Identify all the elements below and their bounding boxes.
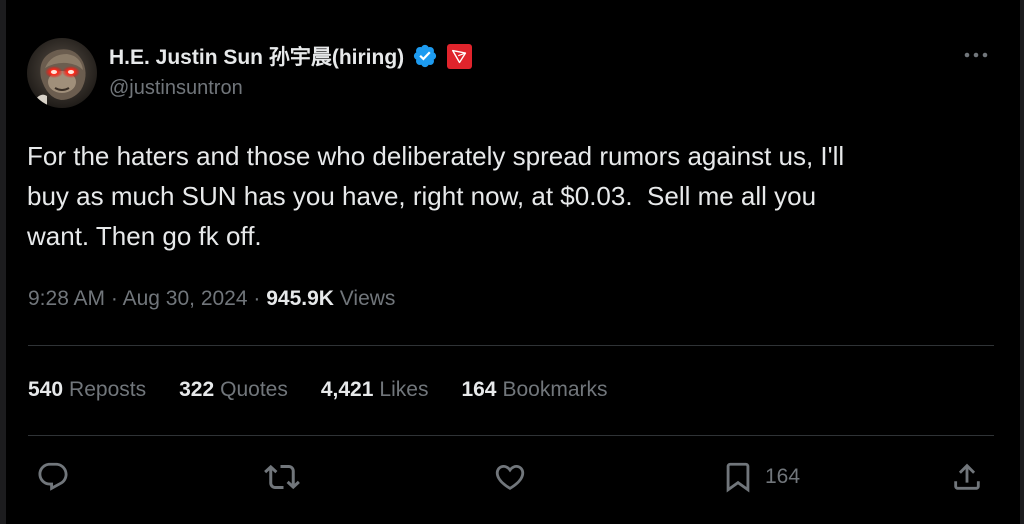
stat-reposts[interactable]: 540 Reposts [28, 378, 146, 402]
tweet-meta: 9:28 AM · Aug 30, 2024 · 945.9K Views [28, 287, 395, 311]
stat-count: 4,421 [320, 378, 374, 401]
stat-likes[interactable]: 4,421 Likes [321, 378, 429, 402]
stat-count: 540 [28, 378, 64, 401]
stat-count: 164 [461, 378, 497, 401]
stat-label: Likes [379, 378, 429, 401]
stat-bookmarks[interactable]: 164 Bookmarks [461, 378, 607, 402]
stat-count: 322 [179, 378, 215, 401]
repost-button[interactable] [264, 455, 300, 499]
tweet-time[interactable]: 9:28 AM [28, 287, 105, 310]
meta-separator: · [110, 287, 118, 310]
stat-label: Reposts [69, 378, 147, 401]
bookmark-button[interactable]: 164 [721, 455, 800, 499]
views-label[interactable]: Views [340, 287, 396, 310]
more-options-icon[interactable] [962, 45, 990, 65]
divider [28, 435, 994, 436]
bookmark-icon [721, 460, 755, 494]
stat-label: Bookmarks [502, 378, 608, 401]
share-icon [950, 460, 984, 494]
like-button[interactable] [493, 455, 527, 499]
divider [28, 345, 994, 346]
engagement-stats: 540 Reposts 322 Quotes 4,421 Likes 164 Bookm… [28, 378, 641, 402]
views-count[interactable]: 945.9K [266, 287, 334, 310]
tron-logo-icon[interactable] [447, 43, 473, 69]
author-name-row: H.E. Justin Sun 孙宇晨(hiring) [109, 41, 473, 71]
reply-button[interactable] [36, 455, 70, 499]
stat-quotes[interactable]: 322 Quotes [179, 378, 288, 402]
reply-icon [36, 460, 70, 494]
bookmark-count: 164 [765, 465, 801, 488]
repost-icon [264, 459, 300, 495]
heart-icon [493, 460, 527, 494]
share-button[interactable] [950, 455, 984, 499]
tweet-date[interactable]: Aug 30, 2024 [123, 287, 248, 310]
stat-label: Quotes [220, 378, 288, 401]
tweet-text: For the haters and those who deliberatel… [27, 141, 845, 251]
author-handle[interactable]: @justinsuntron [109, 77, 243, 100]
verified-badge-icon[interactable] [412, 43, 438, 69]
display-name[interactable]: H.E. Justin Sun 孙宇晨(hiring) [109, 41, 404, 71]
meta-separator: · [253, 287, 261, 310]
avatar[interactable] [27, 38, 97, 108]
action-bar: 164 [0, 455, 1024, 499]
tweet-detail: H.E. Justin Sun 孙宇晨(hiring) @justinsuntr… [0, 0, 1024, 524]
